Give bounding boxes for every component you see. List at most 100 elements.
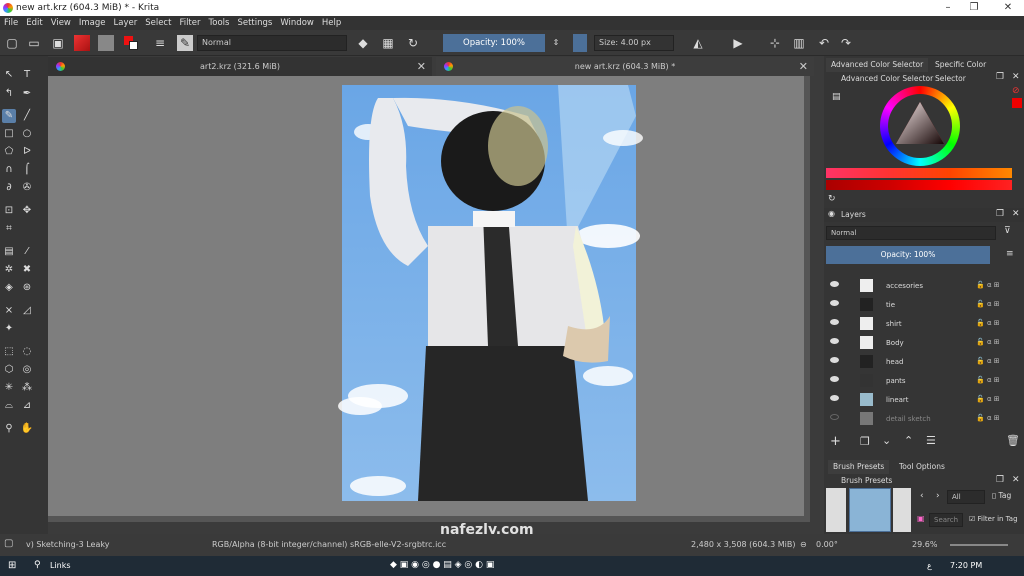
magnetic-select-tool-icon[interactable]: ⊿	[20, 399, 34, 413]
ellipse-tool-icon[interactable]: ○	[20, 127, 34, 141]
blend-mode-select[interactable]: Normal	[197, 35, 347, 51]
menu-tools[interactable]: Tools	[205, 16, 234, 30]
prev-icon[interactable]: ‹	[920, 491, 924, 501]
freehand-brush-tool-icon[interactable]: ✎	[2, 109, 16, 123]
reload-preset-icon[interactable]: ↻	[405, 35, 421, 51]
move-layer-up-icon[interactable]: ⌃	[904, 434, 913, 447]
new-document-icon[interactable]: ▢	[4, 35, 20, 51]
menu-select[interactable]: Select	[141, 16, 175, 30]
color-settings-icon[interactable]: ▤	[832, 92, 841, 102]
taskbar-search-label[interactable]: Links	[50, 561, 71, 570]
taskbar-app-icon[interactable]: ◆ ▣ ◉ ◎ ● ▤ ◈ ◎ ◐ ▣	[390, 560, 494, 570]
alpha-lock-icon[interactable]: ▦	[380, 35, 396, 51]
wrap-around-icon[interactable]: ⊹	[767, 35, 783, 51]
add-layer-icon[interactable]: +	[830, 434, 841, 449]
tab-new-art[interactable]: new art.krz (604.3 MiB) * ✕	[436, 57, 814, 76]
rect-select-tool-icon[interactable]: ⬚	[2, 345, 16, 359]
freehand-path-tool-icon[interactable]: ⌠	[20, 163, 34, 177]
menu-settings[interactable]: Settings	[233, 16, 276, 30]
fg-bg-color-icon[interactable]	[123, 35, 139, 51]
close-brush-icon[interactable]: ✕	[1012, 475, 1020, 485]
lock-icon[interactable]: 🔓 α ⊞	[976, 395, 1000, 403]
layer-menu-icon[interactable]: ≡	[1006, 249, 1014, 259]
layer-row[interactable]: shirt 🔓 α ⊞	[826, 314, 1012, 333]
eye-icon[interactable]	[830, 376, 839, 382]
brush-size-field[interactable]: Size: 4.00 px	[594, 35, 674, 51]
transform-tool-icon[interactable]: ⊡	[2, 204, 16, 218]
lock-icon[interactable]: 🔓 α ⊞	[976, 414, 1000, 422]
layer-row[interactable]: lineart 🔓 α ⊞	[826, 390, 1012, 409]
eye-icon[interactable]	[830, 281, 839, 287]
enclose-fill-tool-icon[interactable]: ⊛	[20, 281, 34, 295]
brush-settings-icon[interactable]: ≡	[152, 35, 168, 51]
close-layers-icon[interactable]: ✕	[1012, 209, 1020, 219]
mirror-horizontal-icon[interactable]: ◭	[690, 35, 706, 51]
layer-properties-icon[interactable]: ☰	[926, 434, 936, 447]
artwork-canvas[interactable]	[48, 76, 810, 522]
tab-art2[interactable]: art2.krz (321.6 MiB) ✕	[48, 57, 432, 76]
tab-specific-color-selector[interactable]: Specific Color Selector	[930, 58, 1024, 83]
menu-help[interactable]: Help	[318, 16, 345, 30]
lock-icon[interactable]: 🔓 α ⊞	[976, 319, 1000, 327]
pattern-swatch[interactable]	[98, 35, 114, 51]
layer-row[interactable]: tie 🔓 α ⊞	[826, 295, 1012, 314]
move-layer-down-icon[interactable]: ⌄	[882, 434, 891, 447]
menu-filter[interactable]: Filter	[175, 16, 204, 30]
eye-icon[interactable]	[830, 357, 839, 363]
color-picker-tool-icon[interactable]: ⁄	[20, 245, 34, 259]
opacity-spin-icon[interactable]: ⇕	[548, 35, 564, 51]
eye-hidden-icon[interactable]	[830, 414, 839, 420]
menu-edit[interactable]: Edit	[22, 16, 46, 30]
filter-in-tag-checkbox[interactable]: ☑ Filter in Tag	[969, 515, 1018, 523]
rotation-icon[interactable]: ⊖	[800, 540, 807, 549]
fill-tool-icon[interactable]: ◈	[2, 281, 16, 295]
gradient-tool-icon[interactable]: ▤	[2, 245, 16, 259]
canvas-area[interactable]	[48, 76, 810, 522]
mirror-vertical-icon[interactable]: ▶	[730, 35, 746, 51]
freehand-select-tool-icon[interactable]: ◎	[20, 363, 34, 377]
hue-ring[interactable]	[880, 86, 960, 166]
gradient-swatch[interactable]	[74, 35, 90, 51]
eye-icon[interactable]	[830, 395, 839, 401]
colorize-mask-tool-icon[interactable]: ✲	[2, 263, 16, 277]
dynamic-brush-tool-icon[interactable]: ∂	[2, 181, 16, 195]
lock-icon[interactable]: 🔓 α ⊞	[976, 338, 1000, 346]
layer-row[interactable]: accesories 🔓 α ⊞	[826, 276, 1012, 295]
text-tool-icon[interactable]: T	[20, 68, 34, 82]
eye-icon[interactable]	[830, 338, 839, 344]
brush-search-input[interactable]: Search	[929, 513, 963, 527]
tag-button[interactable]: ▯ Tag	[992, 491, 1011, 500]
bezier-tool-icon[interactable]: ∩	[2, 163, 16, 177]
close-docker-icon[interactable]: ✕	[1012, 72, 1020, 82]
color-strip-bottom[interactable]	[826, 180, 1012, 190]
measure-tool-icon[interactable]: ◿	[20, 304, 34, 318]
brush-preset-icon[interactable]: ✎	[177, 35, 193, 51]
polygon-select-tool-icon[interactable]: ⬡	[2, 363, 16, 377]
horizontal-scrollbar[interactable]	[48, 516, 810, 522]
menu-window[interactable]: Window	[276, 16, 318, 30]
brush-preset-thumb[interactable]	[826, 488, 846, 532]
float-docker-icon[interactable]: ❐	[996, 72, 1004, 82]
menu-view[interactable]: View	[47, 16, 75, 30]
open-folder-icon[interactable]: ▭	[26, 35, 42, 51]
brush-filter-select[interactable]: All	[947, 490, 985, 504]
windows-start-icon[interactable]: ⊞	[8, 560, 16, 571]
layer-opacity-slider[interactable]: Opacity: 100%	[826, 246, 990, 264]
reference-tool-icon[interactable]: ✦	[2, 322, 16, 336]
duplicate-layer-icon[interactable]: ❐	[860, 435, 870, 448]
minimize-button[interactable]: –	[936, 1, 960, 15]
layer-row[interactable]: detail sketch 🔓 α ⊞	[826, 409, 1012, 428]
ellipse-select-tool-icon[interactable]: ◌	[20, 345, 34, 359]
save-icon[interactable]: ▣	[50, 35, 66, 51]
layer-filter-icon[interactable]: ⊽	[1004, 226, 1011, 236]
edit-shapes-tool-icon[interactable]: ↰	[2, 87, 16, 101]
polygon-tool-icon[interactable]: ⬠	[2, 145, 16, 159]
contiguous-select-tool-icon[interactable]: ✳	[2, 381, 16, 395]
lock-icon[interactable]: 🔓 α ⊞	[976, 300, 1000, 308]
language-indicator[interactable]: ع	[927, 561, 932, 570]
search-icon[interactable]: ⚲	[34, 560, 41, 570]
reset-color-icon[interactable]: ⊘	[1012, 86, 1022, 96]
smart-patch-tool-icon[interactable]: ✖	[20, 263, 34, 277]
redo-icon[interactable]: ↷	[838, 35, 854, 51]
assistant-tool-icon[interactable]: ⨯	[2, 304, 16, 318]
